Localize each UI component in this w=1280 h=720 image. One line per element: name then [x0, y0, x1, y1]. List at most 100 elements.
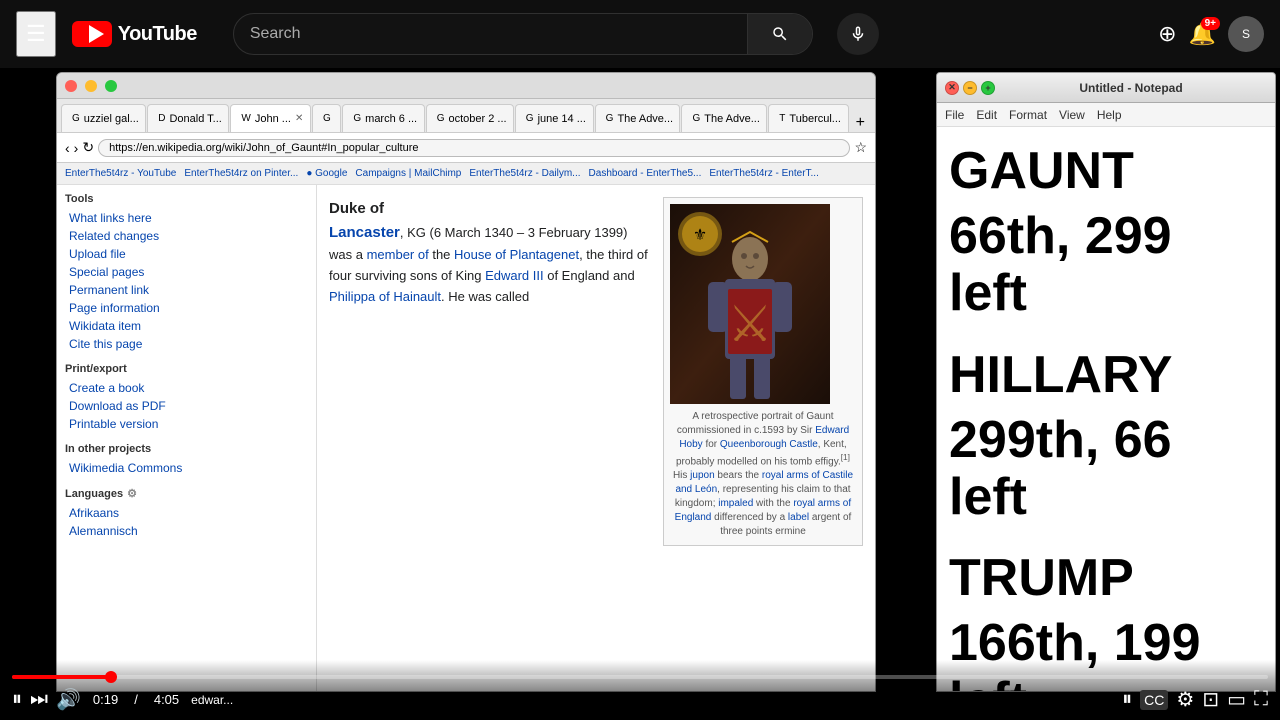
- bookmark-mailchimp[interactable]: Campaigns | MailChimp: [355, 168, 461, 179]
- bookmark-google[interactable]: ● Google: [306, 168, 347, 179]
- notepad-menu-file[interactable]: File: [945, 108, 964, 122]
- notepad-max-button[interactable]: +: [981, 81, 995, 95]
- tab-october[interactable]: G october 2 ...: [426, 104, 514, 132]
- settings-button[interactable]: ⚙: [1176, 687, 1194, 712]
- tab-john[interactable]: W John ... ✕: [230, 104, 311, 132]
- portrait-caption: A retrospective portrait of Gaunt commis…: [670, 410, 856, 539]
- sidebar-item-what-links[interactable]: What links here: [65, 209, 308, 227]
- tab-icon: G: [606, 113, 614, 124]
- notepad-menu-view[interactable]: View: [1059, 108, 1085, 122]
- tab-june[interactable]: G june 14 ...: [515, 104, 594, 132]
- time-separator: /: [134, 692, 138, 707]
- notepad-menu-edit[interactable]: Edit: [976, 108, 997, 122]
- browser-window: G uzziel gal... D Donald T... W John ...…: [56, 72, 876, 692]
- tab-icon: G: [692, 113, 700, 124]
- fullscreen-button[interactable]: ⛶: [1254, 688, 1268, 711]
- tab-icon: D: [158, 113, 165, 124]
- tab-label: The Adve...: [704, 113, 760, 125]
- progress-thumb: [105, 671, 117, 683]
- notepad-title: Untitled - Notepad: [995, 81, 1267, 95]
- browser-titlebar: [57, 73, 875, 99]
- tab-adv2[interactable]: G The Adve...: [681, 104, 767, 132]
- sidebar-item-download-pdf[interactable]: Download as PDF: [65, 397, 308, 415]
- wiki-main: ⚜: [317, 185, 875, 692]
- url-input[interactable]: [98, 139, 850, 157]
- browser-close-button[interactable]: [65, 80, 77, 92]
- bookmark-star-icon[interactable]: ☆: [854, 139, 867, 156]
- sidebar-tools-title: Tools: [65, 193, 308, 205]
- browser-max-button[interactable]: [105, 80, 117, 92]
- sidebar-item-related-changes[interactable]: Related changes: [65, 227, 308, 245]
- sidebar-item-alemannisch[interactable]: Alemannisch: [65, 522, 308, 540]
- sidebar-item-create-book[interactable]: Create a book: [65, 379, 308, 397]
- tab-icon: G: [323, 113, 331, 124]
- mic-button[interactable]: [837, 13, 879, 55]
- youtube-logo-icon: [72, 21, 112, 47]
- notepad-menubar: File Edit Format View Help: [937, 103, 1275, 127]
- sidebar-item-page-info[interactable]: Page information: [65, 299, 308, 317]
- youtube-logo-text: YouTube: [118, 23, 197, 46]
- sidebar-item-wikimedia[interactable]: Wikimedia Commons: [65, 459, 308, 477]
- pause-right-button[interactable]: ⏸: [1122, 688, 1132, 711]
- volume-button[interactable]: 🔊: [56, 687, 81, 712]
- tab-g[interactable]: G: [312, 104, 341, 132]
- browser-bookmarks: EnterThe5t4rz - YouTube EnterThe5t4rz on…: [57, 163, 875, 185]
- back-button[interactable]: ‹: [65, 140, 70, 156]
- tab-tubercul[interactable]: T Tubercul...: [768, 104, 848, 132]
- notification-button[interactable]: 🔔 9+: [1189, 21, 1216, 47]
- next-button[interactable]: ⏭: [30, 688, 48, 711]
- notepad-close-button[interactable]: ✕: [945, 81, 959, 95]
- notepad-gaunt-section: GAUNT 66th, 299 left: [949, 143, 1263, 323]
- sidebar-languages-section: Languages ⚙ Afrikaans Alemannisch: [65, 487, 308, 540]
- sidebar-item-cite[interactable]: Cite this page: [65, 335, 308, 353]
- sidebar-item-printable[interactable]: Printable version: [65, 415, 308, 433]
- tab-label: uzziel gal...: [84, 113, 139, 125]
- cc-button[interactable]: CC: [1140, 690, 1168, 710]
- sidebar-item-afrikaans[interactable]: Afrikaans: [65, 504, 308, 522]
- svg-text:⚜: ⚜: [693, 227, 707, 244]
- notepad-menu-format[interactable]: Format: [1009, 108, 1047, 122]
- tab-uzziel[interactable]: G uzziel gal...: [61, 104, 146, 132]
- bookmark-youtube[interactable]: EnterThe5t4rz - YouTube: [65, 168, 176, 179]
- browser-urlbar: ‹ › ↻ ☆: [57, 133, 875, 163]
- controls-row: ⏸ ⏭ 🔊 0:19 / 4:05 edwar... ⏸ CC ⚙ ⊡ ▭ ⛶: [12, 687, 1268, 712]
- tab-icon: G: [526, 113, 534, 124]
- refresh-button[interactable]: ↻: [82, 139, 94, 156]
- tab-march[interactable]: G march 6 ...: [342, 104, 424, 132]
- progress-bar[interactable]: [12, 675, 1268, 679]
- new-tab-button[interactable]: +: [850, 114, 871, 132]
- sidebar-tools-section: Tools What links here Related changes Up…: [65, 193, 308, 353]
- notepad-min-button[interactable]: −: [963, 81, 977, 95]
- total-time: 4:05: [154, 692, 179, 707]
- bookmark-dashboard[interactable]: Dashboard - EnterThe5...: [589, 168, 702, 179]
- player-controls: ⏸ ⏭ 🔊 0:19 / 4:05 edwar... ⏸ CC ⚙ ⊡ ▭ ⛶: [0, 660, 1280, 720]
- pause-button[interactable]: ⏸: [12, 688, 22, 711]
- tab-adv1[interactable]: G The Adve...: [595, 104, 681, 132]
- sidebar-item-wikidata[interactable]: Wikidata item: [65, 317, 308, 335]
- sidebar-item-special-pages[interactable]: Special pages: [65, 263, 308, 281]
- theater-button[interactable]: ▭: [1227, 687, 1246, 712]
- portrait-box: ⚜: [663, 197, 863, 546]
- tab-close-icon[interactable]: ✕: [295, 113, 303, 124]
- create-button[interactable]: ⊕: [1158, 21, 1176, 47]
- forward-button[interactable]: ›: [74, 140, 79, 156]
- notepad-menu-help[interactable]: Help: [1097, 108, 1122, 122]
- sidebar-lang-title: Languages ⚙: [65, 487, 308, 500]
- sidebar-item-upload-file[interactable]: Upload file: [65, 245, 308, 263]
- search-input[interactable]: [234, 14, 747, 54]
- miniplayer-button[interactable]: ⊡: [1202, 687, 1219, 712]
- browser-content: Tools What links here Related changes Up…: [57, 185, 875, 692]
- sidebar-item-permanent-link[interactable]: Permanent link: [65, 281, 308, 299]
- tab-icon: T: [779, 113, 785, 124]
- avatar[interactable]: S: [1228, 16, 1264, 52]
- browser-tabs: G uzziel gal... D Donald T... W John ...…: [57, 99, 875, 133]
- sidebar-other-section: In other projects Wikimedia Commons: [65, 443, 308, 477]
- youtube-logo[interactable]: YouTube: [72, 21, 197, 47]
- bookmark-pinterest[interactable]: EnterThe5t4rz on Pinter...: [184, 168, 298, 179]
- bookmark-daily[interactable]: EnterThe5t4rz - Dailym...: [469, 168, 580, 179]
- tab-donald[interactable]: D Donald T...: [147, 104, 229, 132]
- menu-button[interactable]: ☰: [16, 11, 56, 57]
- browser-min-button[interactable]: [85, 80, 97, 92]
- search-button[interactable]: [747, 14, 812, 54]
- bookmark-enter[interactable]: EnterThe5t4rz - EnterT...: [709, 168, 819, 179]
